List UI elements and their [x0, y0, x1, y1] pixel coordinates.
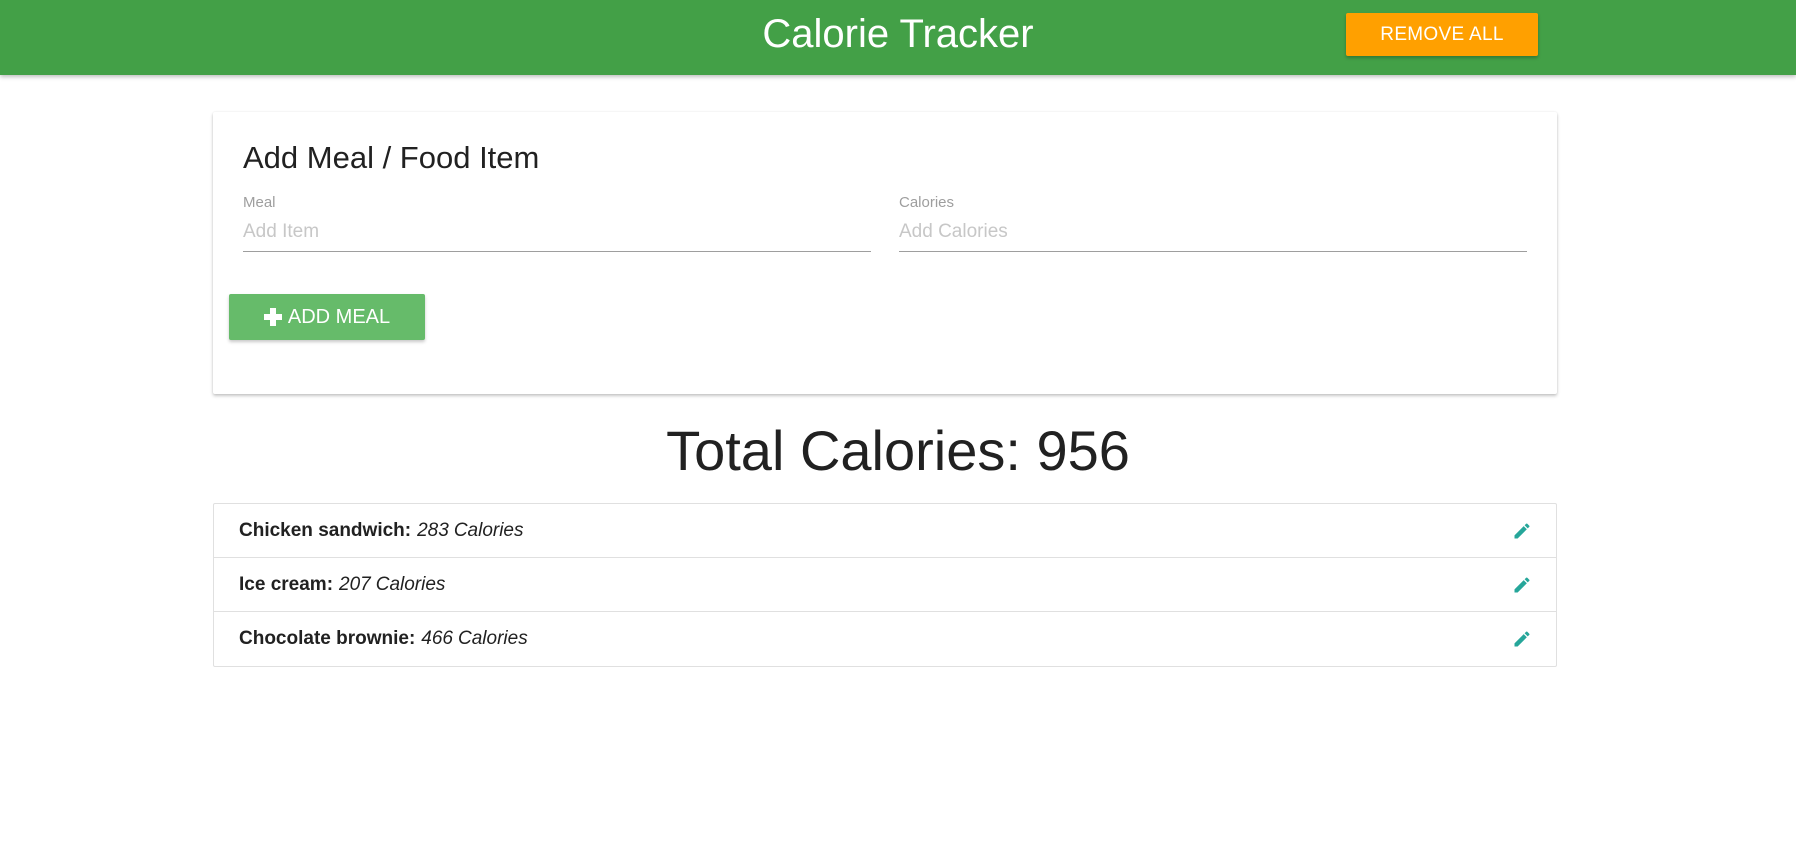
- item-separator: :: [408, 628, 416, 649]
- item-name: Ice cream: [239, 573, 327, 595]
- meal-field: Meal: [243, 194, 871, 254]
- item-separator: :: [404, 519, 412, 541]
- card-title: Add Meal / Food Item: [243, 140, 540, 175]
- calories-label: Calories: [899, 194, 955, 211]
- pencil-icon[interactable]: [1512, 575, 1532, 595]
- total-calories: Total Calories: 956: [666, 419, 1130, 482]
- add-meal-card: Add Meal / Food Item Meal Calories ADD M…: [213, 112, 1557, 394]
- item-calories-unit: Calories: [453, 519, 524, 541]
- item-name: Chicken sandwich: [239, 519, 405, 541]
- meal-list: Chicken sandwich: 283 Calories Ice cream…: [213, 503, 1557, 667]
- remove-all-button[interactable]: REMOVE ALL: [1346, 13, 1538, 56]
- meal-input[interactable]: [243, 212, 871, 252]
- pencil-icon[interactable]: [1512, 629, 1532, 649]
- pencil-icon[interactable]: [1512, 521, 1532, 541]
- navbar: Calorie Tracker REMOVE ALL: [0, 0, 1796, 75]
- item-calories: 283: [417, 519, 449, 541]
- meal-label: Meal: [243, 194, 276, 211]
- list-item: Chocolate brownie: 466 Calories: [214, 612, 1556, 666]
- list-item: Chicken sandwich: 283 Calories: [214, 504, 1556, 558]
- add-meal-button-label: ADD MEAL: [287, 305, 391, 328]
- item-separator: :: [326, 573, 334, 595]
- calories-input[interactable]: [899, 212, 1527, 252]
- list-item: Ice cream: 207 Calories: [214, 558, 1556, 612]
- item-calories-unit: Calories: [375, 573, 446, 595]
- plus-icon: [263, 308, 282, 326]
- item-calories: 207: [339, 573, 371, 595]
- calories-field: Calories: [899, 194, 1527, 254]
- item-calories-unit: Calories: [458, 628, 528, 649]
- item-name: Chocolate brownie: [239, 628, 409, 649]
- add-meal-button[interactable]: ADD MEAL: [229, 294, 425, 340]
- item-calories: 466: [421, 628, 453, 649]
